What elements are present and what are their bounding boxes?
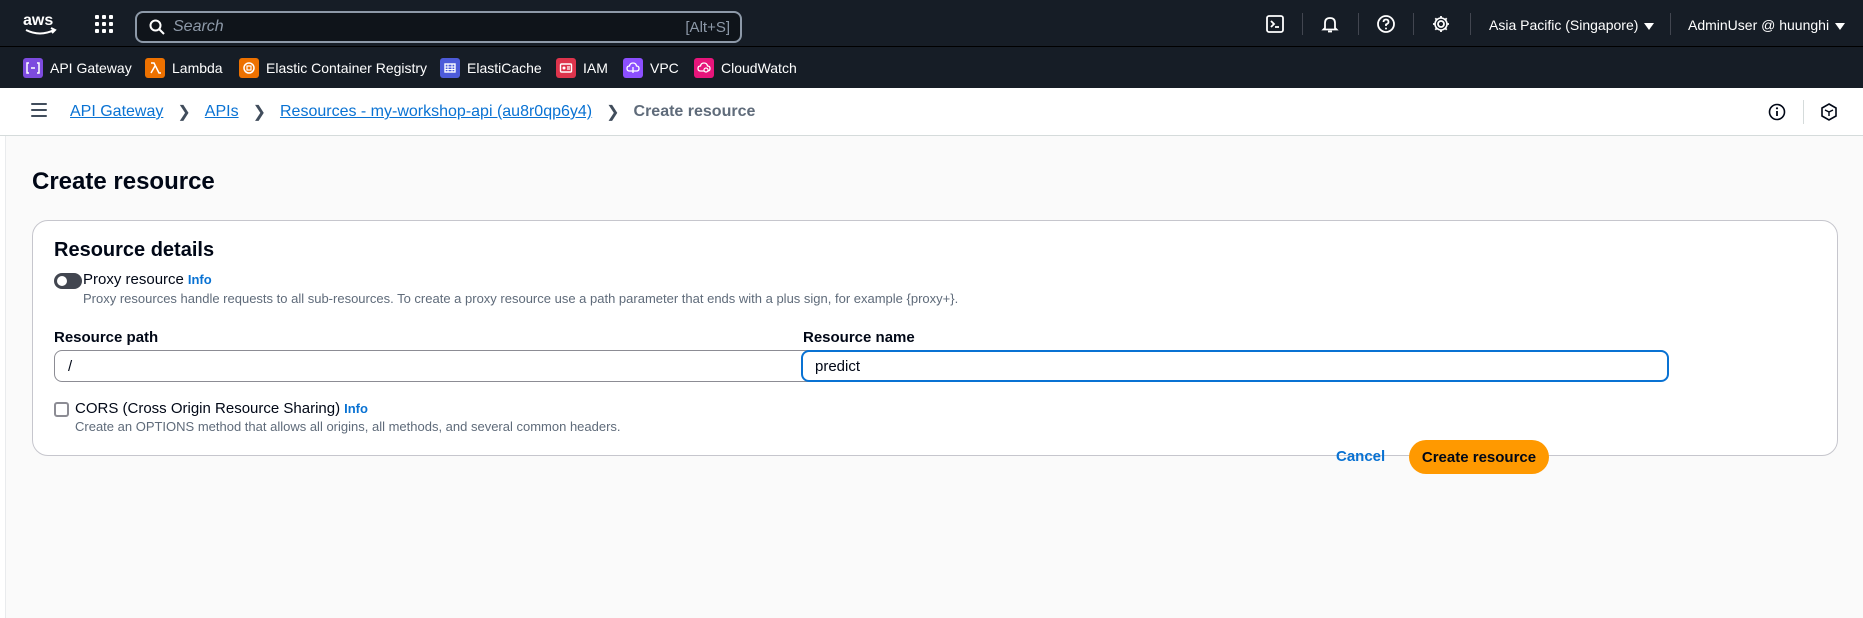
favorite-elasticache[interactable]: ElastiCache	[440, 58, 542, 78]
aws-logo[interactable]: aws	[22, 10, 60, 38]
chevron-down-icon	[1644, 22, 1655, 30]
page-title: Create resource	[32, 168, 215, 195]
cors-checkbox[interactable]	[54, 402, 69, 417]
chevron-right-icon: ❯	[177, 104, 191, 121]
iam-icon	[556, 58, 576, 78]
panel-title: Resource details	[54, 239, 215, 261]
bell-icon[interactable]	[1320, 14, 1340, 34]
favorite-vpc[interactable]: VPC	[623, 58, 679, 78]
favorite-cloudwatch[interactable]: CloudWatch	[694, 58, 797, 78]
favorite-lambda[interactable]: Lambda	[145, 58, 223, 78]
breadcrumb-current: Create resource	[633, 103, 756, 120]
proxy-resource-toggle[interactable]	[54, 273, 82, 289]
proxy-resource-label: Proxy resource Info	[83, 271, 212, 288]
region-selector[interactable]: Asia Pacific (Singapore)	[1489, 17, 1655, 33]
breadcrumb: API Gateway ❯ APIs ❯ Resources - my-work…	[70, 102, 755, 122]
proxy-resource-description: Proxy resources handle requests to all s…	[83, 291, 959, 306]
elasticache-icon	[440, 58, 460, 78]
chevron-right-icon: ❯	[606, 104, 620, 121]
services-menu-icon[interactable]	[95, 15, 113, 33]
hexagon-settings-icon[interactable]	[1819, 102, 1839, 122]
cloudwatch-icon	[694, 58, 714, 78]
help-icon[interactable]	[1376, 14, 1396, 34]
cancel-button[interactable]: Cancel	[1326, 442, 1395, 471]
lambda-icon	[145, 58, 165, 78]
favorites-bar: API Gateway Lambda Elastic Container Reg…	[0, 46, 1863, 88]
search-placeholder: Search	[173, 18, 224, 35]
info-icon[interactable]	[1767, 102, 1787, 122]
breadcrumb-bar: API Gateway ❯ APIs ❯ Resources - my-work…	[0, 88, 1863, 136]
search-shortcut: [Alt+S]	[685, 18, 730, 36]
resource-details-panel: Resource details Proxy resource Info Prox…	[32, 220, 1838, 456]
gear-icon[interactable]	[1431, 14, 1451, 34]
breadcrumb-apis[interactable]: APIs	[205, 103, 239, 121]
resource-name-label: Resource name	[803, 329, 915, 346]
resource-name-input[interactable]	[801, 350, 1669, 382]
svg-text:aws: aws	[23, 12, 53, 29]
cloudshell-icon[interactable]	[1265, 14, 1285, 34]
chevron-down-icon	[1835, 22, 1846, 30]
vpc-icon	[623, 58, 643, 78]
cors-info-link[interactable]: Info	[344, 401, 368, 416]
top-navigation: aws Search [Alt+S] Asia Pacific (Singapo…	[0, 0, 1863, 46]
breadcrumb-resources[interactable]: Resources - my-workshop-api (au8r0qp6y4)	[280, 103, 592, 121]
ecr-icon	[239, 58, 259, 78]
favorite-api-gateway[interactable]: API Gateway	[23, 58, 132, 78]
favorite-iam[interactable]: IAM	[556, 58, 608, 78]
api-gateway-icon	[23, 58, 43, 78]
search-icon	[149, 19, 165, 35]
create-resource-button[interactable]: Create resource	[1409, 440, 1549, 474]
breadcrumb-api-gateway[interactable]: API Gateway	[70, 103, 163, 121]
menu-icon[interactable]	[31, 103, 47, 117]
account-menu[interactable]: AdminUser @ huunghi	[1688, 17, 1846, 33]
chevron-right-icon: ❯	[252, 104, 266, 121]
resource-path-select[interactable]: /	[54, 350, 922, 382]
cors-description: Create an OPTIONS method that allows all…	[75, 419, 621, 434]
search-bar[interactable]: Search [Alt+S]	[135, 11, 742, 43]
cors-label: CORS (Cross Origin Resource Sharing) Info	[75, 400, 368, 417]
favorite-elastic-container-registry[interactable]: Elastic Container Registry	[239, 58, 427, 78]
resource-path-value: /	[68, 357, 73, 375]
main-content: Create resource Resource details Proxy r…	[6, 136, 1863, 618]
proxy-info-link[interactable]: Info	[188, 272, 212, 287]
resource-path-label: Resource path	[54, 329, 159, 346]
